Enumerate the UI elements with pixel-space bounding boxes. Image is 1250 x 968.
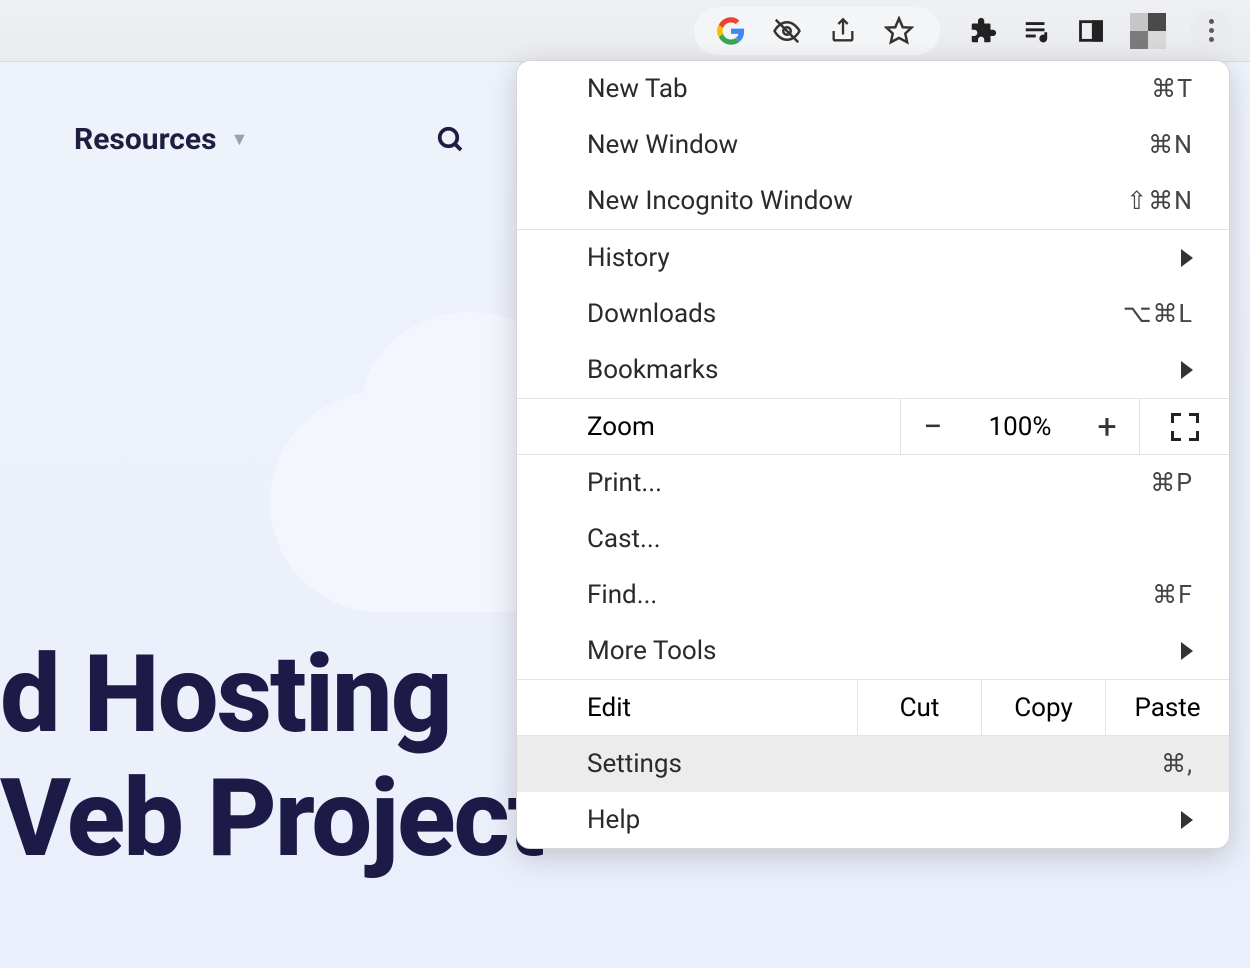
menu-print[interactable]: Print... ⌘P <box>517 455 1229 511</box>
eye-off-icon[interactable] <box>772 16 802 46</box>
star-icon[interactable] <box>884 16 914 46</box>
menu-edit-label: Edit <box>517 680 857 735</box>
menu-find[interactable]: Find... ⌘F <box>517 567 1229 623</box>
menu-label: Bookmarks <box>587 355 718 385</box>
menu-label: Downloads <box>587 299 716 329</box>
hero-subline: ation, or enterprise project, Kinsta <box>0 962 536 968</box>
menu-shortcut: ⇧⌘N <box>1126 186 1193 216</box>
menu-shortcut: ⌘T <box>1151 74 1193 104</box>
hero-line-1: d Hosting <box>0 632 451 758</box>
chrome-menu: New Tab ⌘T New Window ⌘N New Incognito W… <box>516 60 1230 849</box>
site-search-icon[interactable] <box>436 125 466 155</box>
edit-paste-button[interactable]: Paste <box>1105 680 1229 735</box>
fullscreen-button[interactable] <box>1139 399 1229 454</box>
hero-line-2: Veb Project <box>0 756 543 882</box>
menu-zoom-label: Zoom <box>517 399 901 454</box>
menu-label: New Incognito Window <box>587 186 853 216</box>
menu-shortcut: ⌘, <box>1161 749 1193 779</box>
menu-downloads[interactable]: Downloads ⌥⌘L <box>517 286 1229 342</box>
menu-more-tools[interactable]: More Tools <box>517 623 1229 679</box>
zoom-out-button[interactable]: − <box>901 399 965 454</box>
menu-label: New Window <box>587 130 738 160</box>
menu-shortcut: ⌘P <box>1150 468 1193 498</box>
chevron-right-icon <box>1181 642 1193 660</box>
menu-zoom-row: Zoom − 100% + <box>517 398 1229 454</box>
edit-cut-button[interactable]: Cut <box>857 680 981 735</box>
menu-settings[interactable]: Settings ⌘, <box>517 736 1229 792</box>
google-icon[interactable] <box>716 16 746 46</box>
menu-label: Help <box>587 805 640 835</box>
menu-label: Settings <box>587 749 682 779</box>
menu-section-settings: Settings ⌘, Help <box>517 735 1229 848</box>
side-panel-icon[interactable] <box>1076 16 1106 46</box>
menu-edit-row: Edit Cut Copy Paste <box>517 679 1229 735</box>
menu-button[interactable] <box>1190 10 1232 52</box>
music-queue-icon[interactable] <box>1022 16 1052 46</box>
caret-down-icon: ▼ <box>231 129 249 150</box>
toolbar-right <box>968 10 1232 52</box>
menu-label: Print... <box>587 468 662 498</box>
menu-section-tools: Print... ⌘P Cast... Find... ⌘F More Tool… <box>517 454 1229 679</box>
menu-new-incognito[interactable]: New Incognito Window ⇧⌘N <box>517 173 1229 229</box>
zoom-value: 100% <box>965 399 1075 454</box>
extensions-icon[interactable] <box>968 16 998 46</box>
chevron-right-icon <box>1181 249 1193 267</box>
menu-shortcut: ⌥⌘L <box>1123 299 1193 329</box>
nav-resources-label: Resources <box>74 122 217 157</box>
omnibox-actions <box>694 7 940 55</box>
menu-bookmarks[interactable]: Bookmarks <box>517 342 1229 398</box>
menu-section-new: New Tab ⌘T New Window ⌘N New Incognito W… <box>517 61 1229 229</box>
menu-label: Find... <box>587 580 657 610</box>
fullscreen-icon <box>1171 413 1199 441</box>
nav-resources[interactable]: Resources ▼ <box>74 122 248 157</box>
browser-toolbar <box>0 0 1250 62</box>
menu-label: Cast... <box>587 524 661 554</box>
menu-help[interactable]: Help <box>517 792 1229 848</box>
chevron-right-icon <box>1181 361 1193 379</box>
menu-shortcut: ⌘F <box>1152 580 1193 610</box>
menu-label: New Tab <box>587 74 688 104</box>
menu-new-window[interactable]: New Window ⌘N <box>517 117 1229 173</box>
menu-label: More Tools <box>587 636 716 666</box>
menu-new-tab[interactable]: New Tab ⌘T <box>517 61 1229 117</box>
menu-label: History <box>587 243 670 273</box>
zoom-in-button[interactable]: + <box>1075 399 1139 454</box>
menu-cast[interactable]: Cast... <box>517 511 1229 567</box>
menu-history[interactable]: History <box>517 230 1229 286</box>
edit-copy-button[interactable]: Copy <box>981 680 1105 735</box>
chevron-right-icon <box>1181 811 1193 829</box>
share-icon[interactable] <box>828 16 858 46</box>
profile-avatar[interactable] <box>1130 13 1166 49</box>
menu-section-history: History Downloads ⌥⌘L Bookmarks <box>517 229 1229 398</box>
menu-shortcut: ⌘N <box>1148 130 1193 160</box>
